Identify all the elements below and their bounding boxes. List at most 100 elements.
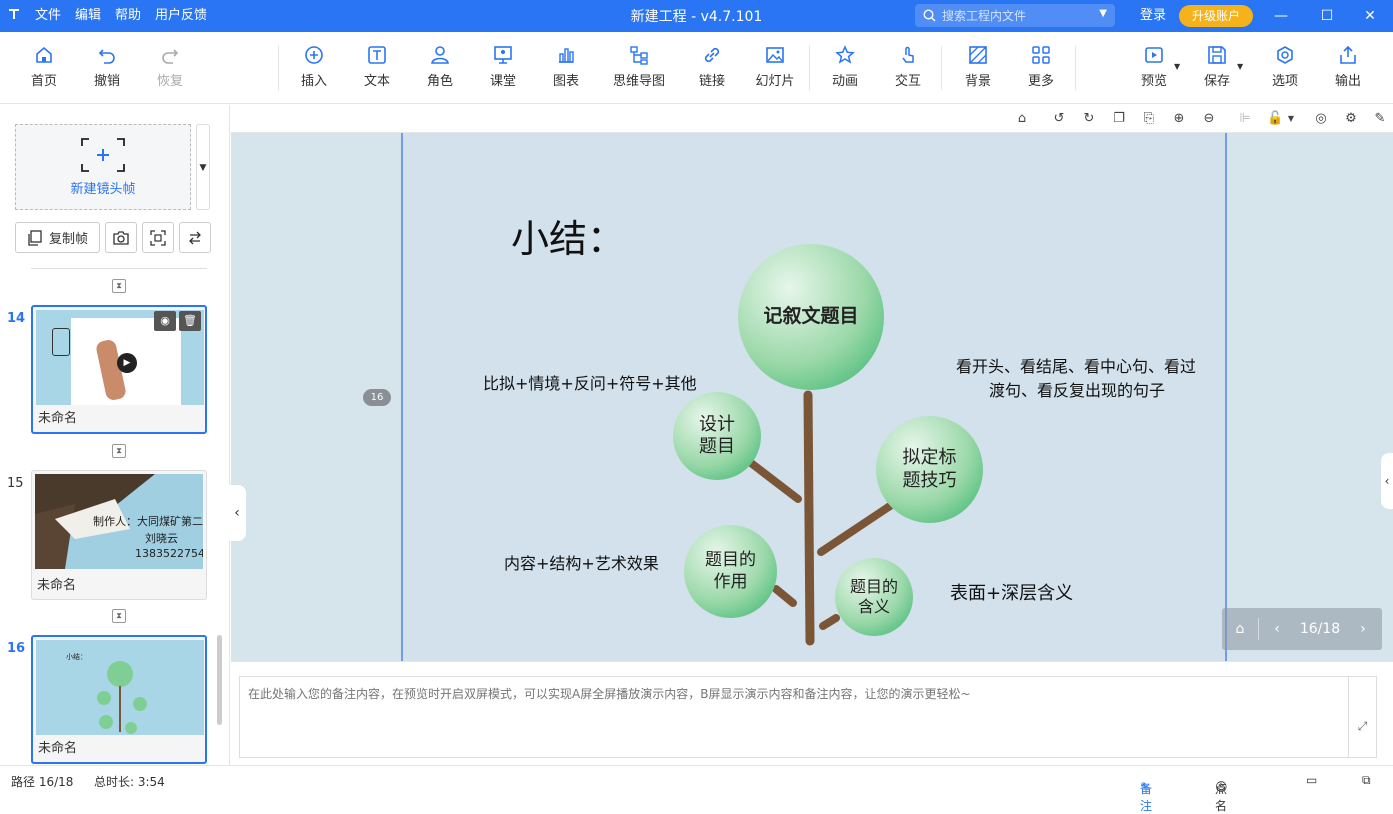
maximize-icon[interactable]: ☐ (1304, 0, 1350, 32)
transition-icon[interactable]: ⧗ (112, 279, 126, 293)
menu-feedback[interactable]: 用户反馈 (148, 0, 214, 32)
menu-file[interactable]: 文件 (28, 0, 68, 32)
preview-dropdown-icon[interactable]: ▼ (1174, 62, 1180, 71)
notes-label: 备注 (1140, 782, 1153, 813)
text-label: 文本 (363, 74, 390, 89)
slide-card-14[interactable]: ▶ ◉ 🗑 未命名 (31, 305, 207, 434)
slideshow-button[interactable]: 幻灯片 (745, 44, 805, 89)
swap-button[interactable] (179, 222, 211, 253)
insert-label: 插入 (300, 74, 327, 89)
frame-panel: 新建镜头帧 ▼ 复制帧 ⧗ 14 ▶ ◉ 🗑 未命名 ⧗ 15 制作人：大同煤矿… (0, 105, 230, 765)
undo-button[interactable]: 撤销 (77, 44, 137, 89)
upgrade-button[interactable]: 升级账户 (1179, 5, 1253, 27)
slide-number: 16 (7, 641, 26, 656)
more-button[interactable]: 更多 (1011, 44, 1071, 89)
link-button[interactable]: 链接 (682, 44, 742, 89)
canvas-toolbar: ⌂ ↺ ↻ ❐ ⎘ ⊕ ⊖ ⊫ 🔓 ▼ ◎ ⚙ ✎ (231, 105, 1393, 133)
design-label: 设计 题目 (699, 413, 735, 458)
home-button[interactable]: 首页 (14, 44, 74, 89)
frame-plus-icon (81, 138, 125, 172)
design-methods-text: 比拟+情境+反问+符号+其他 (483, 374, 697, 393)
slide-thumbnail: 制作人：大同煤矿第二 刘晓云 13835227542 (35, 474, 203, 569)
lock-dropdown-icon[interactable]: ▼ (1283, 111, 1299, 127)
chart-button[interactable]: 图表 (536, 44, 596, 89)
new-frame-button[interactable]: 新建镜头帧 (15, 124, 191, 210)
screenshot-icon[interactable]: ◎ (1313, 111, 1329, 127)
new-frame-dropdown-icon[interactable]: ▼ (196, 124, 210, 210)
preview-label: 预览 (1140, 74, 1167, 89)
home-icon (36, 46, 52, 63)
mindmap-button[interactable]: 思维导图 (606, 44, 672, 89)
search-dropdown-icon[interactable]: ▼ (1099, 8, 1107, 19)
duration-indicator: 总时长: 3:54 (94, 775, 165, 789)
save-dropdown-icon[interactable]: ▼ (1237, 62, 1243, 71)
expand-icon[interactable]: ⤢ (1348, 676, 1377, 758)
main-toolbar: 首页 撤销 恢复 插入 文本 角色 课堂 图表 思维导图 链接 幻灯片 动画 交… (0, 32, 1393, 104)
align-icon[interactable]: ⊫ (1237, 111, 1253, 127)
camera-icon (113, 230, 129, 245)
background-button[interactable]: 背景 (948, 44, 1008, 89)
redo-button[interactable]: 恢复 (140, 44, 200, 89)
transition-icon[interactable]: ⧗ (112, 609, 126, 623)
classroom-button[interactable]: 课堂 (473, 44, 533, 89)
export-button[interactable]: 输出 (1318, 44, 1378, 89)
copy-frame-button[interactable]: 复制帧 (15, 222, 100, 253)
login-link[interactable]: 登录 (1140, 0, 1166, 32)
text-button[interactable]: 文本 (347, 44, 407, 89)
trash-icon[interactable]: 🗑 (179, 311, 201, 331)
zoom-in-icon[interactable]: ⊕ (1171, 111, 1187, 127)
classroom-icon (494, 46, 512, 64)
svg-text:小结：: 小结： (66, 652, 87, 661)
thumb-name: 刘晓云 (145, 532, 178, 545)
menu-help[interactable]: 帮助 (108, 0, 148, 32)
notes-input[interactable] (239, 676, 1349, 758)
search-input[interactable] (942, 8, 1092, 23)
page-badge: 16 (363, 389, 391, 406)
mindmap-icon (630, 46, 648, 65)
panel-scrollbar[interactable] (217, 635, 222, 725)
interaction-button[interactable]: 交互 (878, 44, 938, 89)
eye-icon[interactable]: ◉ (154, 311, 176, 331)
menu-edit[interactable]: 编辑 (68, 0, 108, 32)
zoom-out-icon[interactable]: ⊖ (1201, 111, 1217, 127)
camera-button[interactable] (105, 222, 137, 253)
slide-canvas[interactable]: 小结： 记叙文题目 设计 题目 拟定标 题技巧 题目的 作用 题目的 含义 比拟… (401, 133, 1227, 661)
more-label: 更多 (1027, 74, 1054, 89)
screen-icon[interactable]: ▭ (1306, 773, 1317, 787)
home-view-icon[interactable]: ⌂ (1014, 111, 1030, 127)
slide-name: 未命名 (38, 411, 78, 426)
collapse-panel-icon[interactable]: ‹ (228, 485, 246, 541)
slide-card-16[interactable]: 小结： 未命名 (31, 635, 207, 764)
toolbar-divider (1075, 46, 1076, 90)
insert-button[interactable]: 插入 (284, 44, 344, 89)
main-menu: 文件 编辑 帮助 用户反馈 (28, 0, 214, 32)
slide-card-15[interactable]: 制作人：大同煤矿第二 刘晓云 13835227542 未命名 (31, 470, 207, 600)
lock-icon[interactable]: 🔓 (1267, 111, 1283, 127)
share-icon[interactable]: ⧉ (1362, 773, 1371, 788)
fit-frame-button[interactable] (142, 222, 174, 253)
animation-button[interactable]: 动画 (815, 44, 875, 89)
minimize-icon[interactable]: — (1258, 0, 1304, 32)
close-icon[interactable]: ✕ (1347, 0, 1393, 32)
paste-icon[interactable]: ⎘ (1141, 111, 1157, 127)
transition-icon[interactable]: ⧗ (112, 444, 126, 458)
search-box[interactable]: ▼ (915, 4, 1115, 27)
app-logo-icon (0, 7, 28, 25)
edit-icon[interactable]: ✎ (1372, 111, 1388, 127)
collapse-right-icon[interactable]: ‹ (1381, 453, 1393, 509)
settings-icon[interactable]: ⚙ (1343, 111, 1359, 127)
role-button[interactable]: 角色 (410, 44, 470, 89)
star-icon (835, 45, 855, 64)
options-button[interactable]: 选项 (1255, 44, 1315, 89)
rotate-left-icon[interactable]: ↺ (1051, 111, 1067, 127)
pager-home-icon[interactable]: ⌂ (1222, 621, 1258, 637)
options-label: 选项 (1271, 74, 1298, 89)
copy-icon[interactable]: ❐ (1111, 111, 1127, 127)
pager-prev-icon[interactable]: ‹ (1259, 621, 1295, 637)
function-bubble: 题目的 作用 (684, 525, 777, 618)
rotate-right-icon[interactable]: ↻ (1081, 111, 1097, 127)
meaning-label: 题目的 含义 (849, 577, 898, 616)
classroom-label: 课堂 (489, 74, 516, 89)
path-indicator: 路径 16/18 (11, 775, 74, 789)
pager-next-icon[interactable]: › (1345, 621, 1381, 637)
